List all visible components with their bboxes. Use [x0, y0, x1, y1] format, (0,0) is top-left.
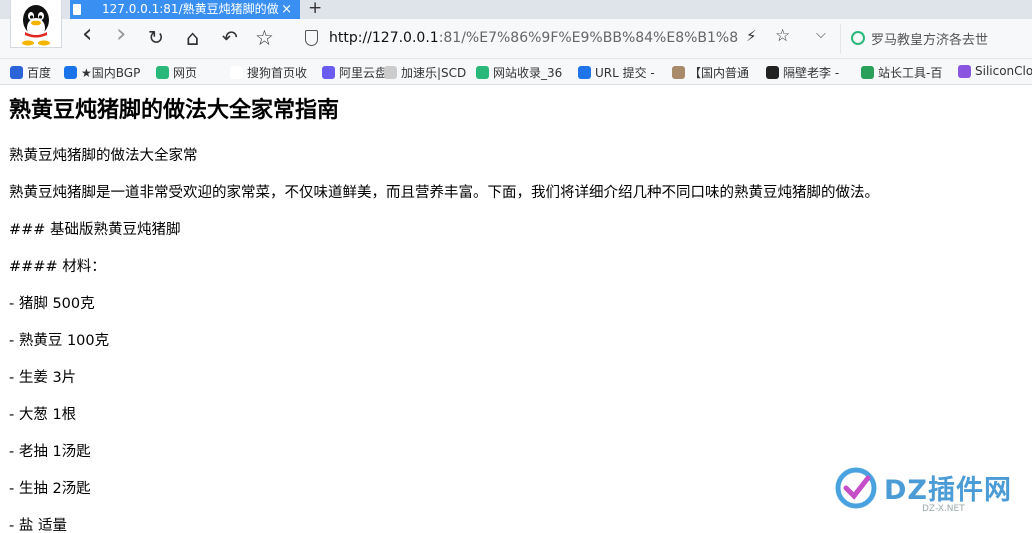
bookmark-label: 【国内普通	[689, 66, 750, 80]
bookmark-item[interactable]: 【国内普通	[672, 64, 749, 81]
favorite-star-icon[interactable]: ☆	[775, 26, 790, 46]
bookmark-item[interactable]: 网站收录_36	[476, 64, 562, 81]
bookmark-item[interactable]: 阿里云盘	[322, 64, 387, 81]
article-paragraph: #### 材料：	[9, 259, 106, 275]
bookmark-favicon-icon	[230, 66, 243, 79]
bookmark-label: 站长工具-百	[878, 66, 943, 80]
bookmark-label: 百度	[27, 66, 52, 80]
bookmark-label: URL 提交 -	[595, 66, 655, 80]
bookmark-label: 网站收录_36	[493, 66, 563, 80]
bookmark-favicon-icon	[64, 66, 77, 79]
article-title: 熟黄豆炖猪脚的做法大全家常指南	[9, 98, 340, 123]
back-button[interactable]: ‹	[82, 21, 92, 47]
bookmark-item[interactable]: 搜狗首页收	[230, 64, 307, 81]
bookmark-item[interactable]: ★国内BGP	[64, 64, 140, 81]
bookmark-favicon-icon	[384, 66, 397, 79]
search-suggestion-text[interactable]: 罗马教皇方济各去世	[871, 29, 988, 48]
reload-button[interactable]: ↻	[148, 27, 164, 49]
address-url[interactable]: http://127.0.0.1:81/%E7%86%9F%E9%BB%84%E…	[329, 30, 739, 46]
new-tab-button[interactable]: +	[308, 0, 322, 18]
shield-icon[interactable]	[305, 30, 318, 46]
bookmark-item[interactable]: 加速乐|SCD	[384, 64, 466, 81]
lightning-icon[interactable]: ⚡	[746, 27, 757, 45]
bookmark-favicon-icon	[766, 66, 779, 79]
bookmark-label: SiliconClo	[975, 64, 1032, 78]
article-paragraph: - 大葱 1根	[9, 407, 77, 423]
article-paragraph: 熟黄豆炖猪脚是一道非常受欢迎的家常菜，不仅味道鲜美，而且营养丰富。下面，我们将详…	[9, 185, 879, 201]
bookmark-label: 搜狗首页收	[247, 66, 308, 80]
article-paragraph: ### 基础版熟黄豆炖猪脚	[9, 222, 181, 238]
bookmark-label: 隔壁老李 -	[783, 66, 840, 80]
article-paragraph: - 猪脚 500克	[9, 296, 95, 312]
bookmark-label: 阿里云盘	[339, 66, 388, 80]
bookmark-favicon-icon	[861, 66, 874, 79]
bookmark-item[interactable]: 网页	[156, 64, 197, 81]
address-bar[interactable]: http://127.0.0.1:81/%E7%86%9F%E9%BB%84%E…	[293, 24, 838, 54]
bookmark-item[interactable]: 站长工具-百	[861, 64, 942, 81]
bookmarks-bar: 百度 ★国内BGP 网页 搜狗首页收 阿里云盘 加速乐|SCD 网站收录_36 URL 提交 …	[0, 59, 1032, 85]
search-box[interactable]: 罗马教皇方济各去世	[840, 24, 1032, 54]
bookmark-label: ★国内BGP	[81, 66, 141, 80]
bookmark-favicon-icon	[672, 66, 685, 79]
undo-close-tab-button[interactable]: ↶	[222, 27, 238, 49]
bookmark-favicon-icon	[578, 66, 591, 79]
article-paragraph: 熟黄豆炖猪脚的做法大全家常	[9, 148, 198, 164]
bookmark-star-button[interactable]: ☆	[255, 27, 274, 49]
home-button[interactable]: ⌂	[186, 27, 199, 49]
watermark-brand: DZ插件网	[884, 475, 1012, 506]
article-paragraph: - 老抽 1汤匙	[9, 444, 91, 460]
bookmark-favicon-icon	[10, 66, 23, 79]
tab-close-button[interactable]: ×	[281, 0, 292, 19]
bookmark-item[interactable]: SiliconClo	[958, 64, 1032, 78]
tab-title: 127.0.0.1:81/熟黄豆炖猪脚的做	[102, 2, 279, 16]
article-paragraph: - 熟黄豆 100克	[9, 333, 110, 349]
chevron-down-icon[interactable]: ⌵	[816, 27, 826, 42]
bookmark-item[interactable]: 隔壁老李 -	[766, 64, 839, 81]
browser-tab-active[interactable]: 127.0.0.1:81/熟黄豆炖猪脚的做 ×	[70, 0, 300, 19]
document-icon	[73, 4, 81, 15]
bookmark-item[interactable]: URL 提交 -	[578, 64, 655, 81]
article-paragraph: - 生姜 3片	[9, 370, 77, 386]
search-engine-icon	[851, 31, 865, 45]
forward-button[interactable]: ›	[116, 21, 126, 47]
tab-strip: 127.0.0.1:81/熟黄豆炖猪脚的做 × +	[0, 0, 1032, 19]
dz-watermark: DZ插件网 DZ-X.NET	[832, 462, 1032, 524]
bookmark-favicon-icon	[156, 66, 169, 79]
dz-logo-icon	[835, 467, 877, 509]
bookmark-favicon-icon	[958, 64, 971, 78]
bookmark-label: 网页	[173, 66, 198, 80]
qq-penguin-avatar-icon[interactable]	[10, 0, 62, 48]
bookmark-favicon-icon	[322, 66, 335, 79]
watermark-sub: DZ-X.NET	[922, 504, 965, 514]
bookmark-label: 加速乐|SCD	[401, 66, 467, 80]
bookmark-item[interactable]: 百度	[10, 64, 51, 81]
bookmark-favicon-icon	[476, 66, 489, 79]
